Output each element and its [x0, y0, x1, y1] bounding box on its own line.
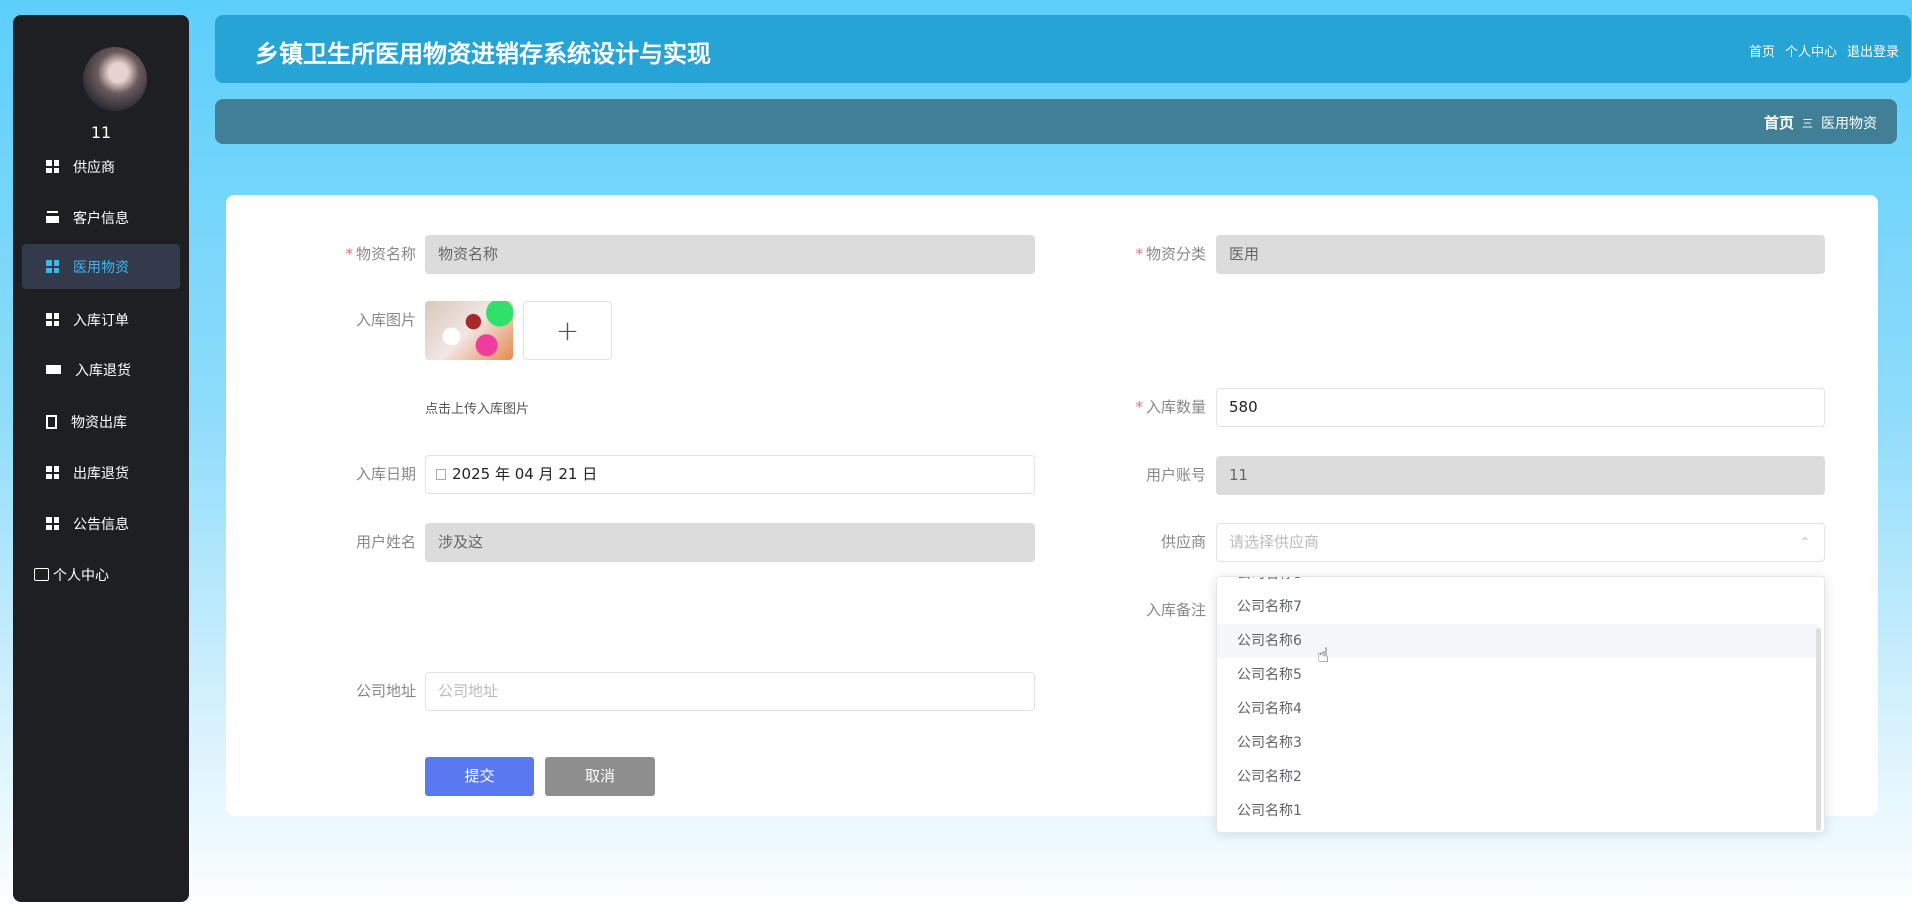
wallet-icon — [34, 568, 49, 581]
dropdown-scrollbar[interactable] — [1816, 628, 1821, 831]
sidebar-item-label: 个人中心 — [53, 567, 109, 584]
breadcrumb-current: 医用物资 — [1821, 115, 1877, 132]
grid-icon — [46, 517, 59, 530]
name-label: * 物资名称 — [345, 245, 416, 263]
briefcase-icon — [46, 212, 59, 223]
avatar[interactable] — [83, 47, 147, 111]
sidebar-item-label: 物资出库 — [71, 414, 127, 431]
category-input[interactable]: 医用 — [1216, 235, 1825, 274]
dropdown-option[interactable]: 公司名称4 — [1217, 692, 1817, 726]
header: 乡镇卫生所医用物资进销存系统设计与实现 首页 个人中心 退出登录 — [215, 15, 1911, 83]
sidebar: 11 供应商 客户信息 医用物资 入库订单 入库退货 物资出库 出库退货 公告信… — [13, 15, 189, 902]
dropdown-option-hovered[interactable]: 公司名称6 — [1217, 624, 1817, 658]
sidebar-item-label: 供应商 — [73, 159, 115, 176]
grid-icon — [46, 160, 59, 173]
submit-button[interactable]: 提交 — [425, 757, 534, 796]
sidebar-item-medical-supplies[interactable]: 医用物资 — [22, 244, 180, 289]
dropdown-option[interactable]: 公司名称3 — [1217, 726, 1817, 760]
sidebar-item-customer[interactable]: 客户信息 — [22, 195, 180, 240]
nav-logout-link[interactable]: 退出登录 — [1847, 41, 1899, 60]
remark-label: 入库备注 — [1145, 601, 1206, 619]
dropdown-option[interactable]: 公司名称1 — [1217, 794, 1817, 828]
sidebar-username: 11 — [90, 123, 112, 142]
grid-icon — [46, 313, 59, 326]
breadcrumb-home[interactable]: 首页 — [1764, 112, 1794, 133]
dropdown-option[interactable]: 公司名称2 — [1217, 760, 1817, 794]
name-input[interactable]: 物资名称 — [425, 235, 1035, 274]
sidebar-item-label: 入库退货 — [75, 362, 131, 379]
cancel-button[interactable]: 取消 — [545, 757, 655, 796]
uploaded-image-thumbnail[interactable] — [425, 301, 513, 360]
quantity-input[interactable]: 580 — [1216, 388, 1825, 427]
calendar-icon — [436, 469, 446, 480]
sidebar-item-label: 客户信息 — [73, 210, 129, 227]
address-input[interactable]: 公司地址 — [425, 672, 1035, 711]
page-title: 乡镇卫生所医用物资进销存系统设计与实现 — [255, 40, 711, 68]
dropdown-option[interactable]: 公司名称7 — [1217, 590, 1817, 624]
dropdown-option[interactable]: 公司名称8 — [1217, 577, 1817, 591]
hand-cursor-icon: ☝ — [1317, 643, 1330, 667]
supplier-select[interactable]: 请选择供应商 ⌃ — [1216, 523, 1825, 562]
sidebar-item-announcements[interactable]: 公告信息 — [22, 501, 180, 546]
date-label: 入库日期 — [355, 465, 416, 483]
add-image-button[interactable]: + — [523, 301, 612, 360]
sidebar-item-profile[interactable]: 个人中心 — [22, 552, 180, 597]
sidebar-item-label: 入库订单 — [73, 312, 129, 329]
supplier-dropdown: 公司名称8 公司名称7 公司名称6 公司名称5 公司名称4 公司名称3 公司名称… — [1216, 576, 1825, 833]
clipboard-icon — [46, 414, 57, 429]
breadcrumb-separator: 三 — [1802, 116, 1813, 130]
sidebar-item-label: 出库退货 — [73, 465, 129, 482]
grid-icon — [46, 260, 59, 273]
date-input[interactable]: 2025 年 04 月 21 日 — [425, 455, 1035, 494]
ticket-icon — [46, 365, 61, 374]
image-hint: 点击上传入库图片 — [425, 402, 530, 417]
sidebar-item-inbound-orders[interactable]: 入库订单 — [22, 297, 180, 342]
account-input[interactable]: 11 — [1216, 456, 1825, 495]
grid-icon — [46, 466, 59, 479]
dropdown-option[interactable]: 公司名称5 — [1217, 658, 1817, 692]
supplier-label: 供应商 — [1160, 533, 1206, 551]
sidebar-item-supplier[interactable]: 供应商 — [22, 144, 180, 189]
username-label: 用户姓名 — [355, 533, 416, 551]
quantity-label: * 入库数量 — [1135, 398, 1206, 416]
nav-profile-link[interactable]: 个人中心 — [1785, 41, 1837, 60]
image-label: 入库图片 — [355, 311, 416, 329]
nav-home-link[interactable]: 首页 — [1749, 41, 1775, 60]
username-input[interactable]: 涉及这 — [425, 523, 1035, 562]
chevron-up-icon: ⌃ — [1799, 535, 1810, 549]
account-label: 用户账号 — [1145, 466, 1206, 484]
sidebar-item-inbound-returns[interactable]: 入库退货 — [22, 347, 180, 392]
sidebar-item-label: 医用物资 — [73, 259, 129, 276]
category-label: * 物资分类 — [1135, 245, 1206, 263]
sidebar-item-outbound-returns[interactable]: 出库退货 — [22, 450, 180, 495]
breadcrumb: 首页 三 医用物资 — [215, 99, 1897, 144]
address-label: 公司地址 — [355, 682, 416, 700]
sidebar-item-outbound[interactable]: 物资出库 — [22, 399, 180, 444]
sidebar-item-label: 公告信息 — [73, 516, 129, 533]
